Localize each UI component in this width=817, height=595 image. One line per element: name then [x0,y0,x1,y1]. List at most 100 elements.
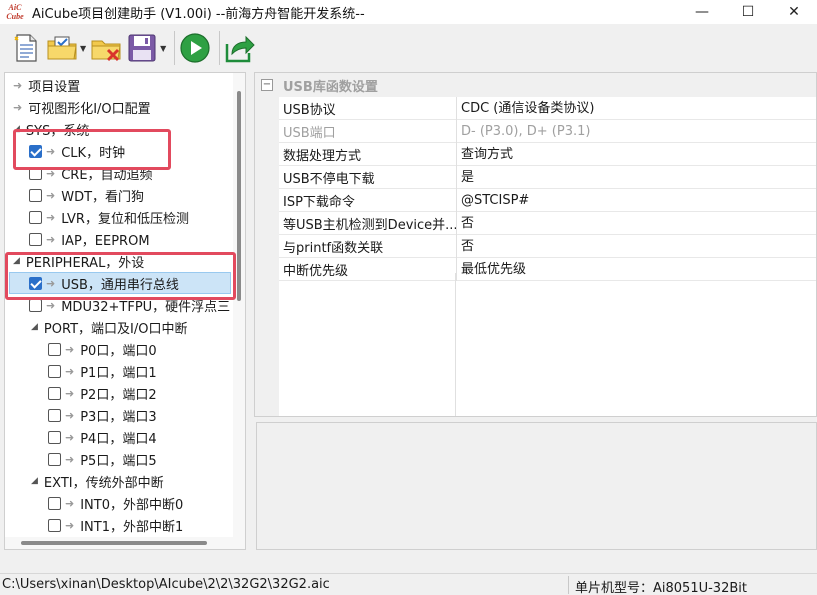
tree-item-peripheral[interactable]: ◢ PERIPHERAL，外设 [13,250,144,272]
title-bar: AiC Cube AiCube项目创建助手 (V1.00i) --前海方舟智能开发… [0,0,817,24]
tree-vertical-scrollbar[interactable] [233,73,245,549]
property-row-printf[interactable]: 与printf函数关联 否 [279,234,816,258]
tree-item-io-config[interactable]: ➜ 可视图形化I/O口配置 [13,96,151,118]
tree-item-label: WDT，看门狗 [61,189,145,205]
mdu32-checkbox[interactable] [29,298,42,312]
lvr-checkbox[interactable] [29,210,42,224]
arrow-right-icon: ➜ [65,386,75,400]
p5-checkbox[interactable] [48,452,61,466]
property-value[interactable]: 否 [456,234,816,258]
collapse-triangle-icon[interactable]: ◢ [31,476,38,486]
status-bar: C:\Users\xinan\Desktop\AIcube\2\2\32G2\3… [0,573,817,595]
tree-item-project-settings[interactable]: ➜ 项目设置 [13,74,80,96]
tree-item-p0[interactable]: ➜ P0口，端口0 [48,338,157,360]
open-dropdown-arrow-icon[interactable]: ▼ [80,44,86,53]
tree-item-label: P3口，端口3 [80,409,157,425]
collapse-triangle-icon[interactable]: ◢ [13,256,20,266]
p2-checkbox[interactable] [48,386,61,400]
minimize-button[interactable]: — [679,0,725,24]
tree-item-usb[interactable]: ➜ USB，通用串行总线 [9,272,231,294]
arrow-right-icon: ➜ [46,166,56,180]
tree-item-p3[interactable]: ➜ P3口，端口3 [48,404,157,426]
arrow-right-icon: ➜ [65,430,75,444]
tree-item-int0[interactable]: ➜ INT0，外部中断0 [48,492,183,514]
toolbar-separator [219,31,221,65]
tree-item-label: SYS，系统 [25,123,90,139]
close-button[interactable]: ✕ [771,0,817,24]
tree-item-sys[interactable]: ◢ SYS，系统 [13,118,89,140]
open-project-button[interactable]: ▼ [46,30,86,66]
property-value[interactable]: 是 [456,165,816,189]
tree-item-p5[interactable]: ➜ P5口，端口5 [48,448,157,470]
save-dropdown-arrow-icon[interactable]: ▼ [160,44,166,53]
tree-item-port[interactable]: ◢ PORT，端口及I/O口中断 [31,316,187,338]
arrow-right-icon: ➜ [65,496,75,510]
tree-item-p4[interactable]: ➜ P4口，端口4 [48,426,157,448]
property-name: USB端口 [283,125,336,141]
property-value[interactable]: @STCISP# [456,188,816,212]
collapse-minus-icon[interactable]: − [261,79,273,91]
int1-checkbox[interactable] [48,518,61,532]
export-button[interactable] [224,30,256,66]
p1-checkbox[interactable] [48,364,61,378]
arrow-right-icon: ➜ [46,276,56,290]
property-row-interrupt-priority[interactable]: 中断优先级 最低优先级 [279,257,816,281]
arrow-right-icon: ➜ [46,232,56,246]
scrollbar-thumb[interactable] [21,541,207,545]
p3-checkbox[interactable] [48,408,61,422]
new-document-icon [14,34,37,62]
collapse-triangle-icon[interactable]: ◢ [13,124,20,134]
close-project-button[interactable] [90,30,122,66]
property-row-isp-command[interactable]: ISP下载命令 @STCISP# [279,188,816,212]
tree-item-label: USB，通用串行总线 [61,277,179,293]
generate-button[interactable] [179,30,211,66]
new-project-button[interactable] [10,30,42,66]
property-grid-gutter [255,97,279,416]
tree-item-label: MDU32+TFPU，硬件浮点三 [61,299,231,315]
tree-item-label: 项目设置 [28,79,81,95]
scrollbar-thumb[interactable] [237,91,241,301]
tree-item-label: P0口，端口0 [80,343,157,359]
config-tree[interactable]: ➜ 项目设置 ➜ 可视图形化I/O口配置 ◢ SYS，系统 ➜ CLK，时钟 ➜… [4,72,246,550]
arrow-right-icon: ➜ [13,100,23,114]
usb-checkbox[interactable] [29,276,42,290]
tree-item-iap[interactable]: ➜ IAP，EEPROM [29,228,150,250]
property-name: 数据处理方式 [283,148,362,164]
property-row-wait-host[interactable]: 等USB主机检测到Device并... 否 [279,211,816,235]
tree-item-p2[interactable]: ➜ P2口，端口2 [48,382,157,404]
cre-checkbox[interactable] [29,166,42,180]
tree-item-int1[interactable]: ➜ INT1，外部中断1 [48,514,183,536]
property-row-data-mode[interactable]: 数据处理方式 查询方式 [279,142,816,166]
arrow-right-icon: ➜ [65,364,75,378]
arrow-right-icon: ➜ [65,518,75,532]
maximize-button[interactable]: ☐ [725,0,771,24]
property-category-header[interactable]: − USB库函数设置 [255,73,816,97]
tree-item-cre[interactable]: ➜ CRE，自动追频 [29,162,153,184]
wdt-checkbox[interactable] [29,188,42,202]
arrow-right-icon: ➜ [46,144,56,158]
tree-item-lvr[interactable]: ➜ LVR，复位和低压检测 [29,206,189,228]
property-row-usb-download[interactable]: USB不停电下载 是 [279,165,816,189]
property-value[interactable]: CDC (通信设备类协议) [456,96,816,120]
clk-checkbox[interactable] [29,144,42,158]
arrow-right-icon: ➜ [65,452,75,466]
iap-checkbox[interactable] [29,232,42,246]
tree-item-exti[interactable]: ◢ EXTI，传统外部中断 [31,470,164,492]
window-title: AiCube项目创建助手 (V1.00i) --前海方舟智能开发系统-- [32,6,365,22]
export-icon [226,35,256,63]
p0-checkbox[interactable] [48,342,61,356]
property-value[interactable]: 最低优先级 [456,257,816,281]
tree-item-wdt[interactable]: ➜ WDT，看门狗 [29,184,144,206]
int0-checkbox[interactable] [48,496,61,510]
tree-item-mdu32[interactable]: ➜ MDU32+TFPU，硬件浮点三 [29,294,230,316]
collapse-triangle-icon[interactable]: ◢ [31,322,38,332]
tree-horizontal-scrollbar[interactable] [5,537,233,549]
property-value[interactable]: 查询方式 [456,142,816,166]
tree-item-p1[interactable]: ➜ P1口，端口1 [48,360,157,382]
p4-checkbox[interactable] [48,430,61,444]
tree-item-clk[interactable]: ➜ CLK，时钟 [29,140,125,162]
property-row-usb-protocol[interactable]: USB协议 CDC (通信设备类协议) [279,96,816,120]
property-value[interactable]: 否 [456,211,816,235]
open-folder-icon [47,36,77,60]
save-project-button[interactable]: ▼ [126,30,166,66]
